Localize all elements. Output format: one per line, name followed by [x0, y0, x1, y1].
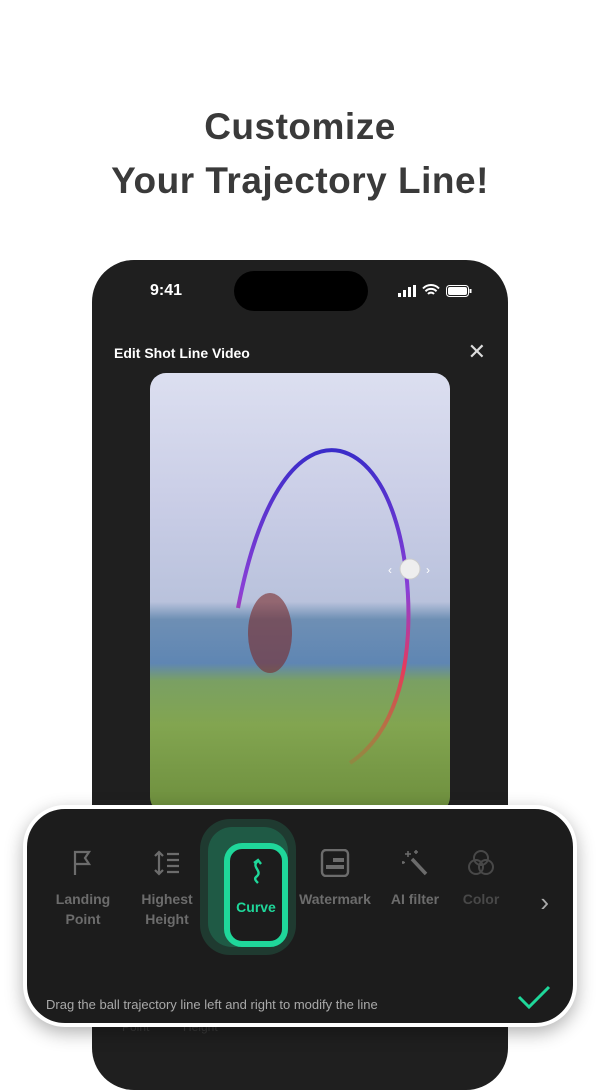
drag-handle[interactable]	[399, 558, 421, 580]
status-time: 9:41	[150, 282, 183, 299]
tool-label: AI filter	[390, 891, 440, 907]
wifi-icon	[422, 284, 440, 295]
dynamic-island	[234, 271, 368, 311]
battery-icon	[446, 284, 472, 297]
tool-ai-filter[interactable]: AI filter	[373, 849, 457, 909]
tool-label: Landing	[55, 891, 111, 907]
trajectory-overlay: ‹ ›	[236, 448, 430, 765]
tool-highest-height[interactable]: Highest Height	[125, 849, 209, 929]
hint-text: Drag the ball trajectory line left and r…	[46, 997, 378, 1012]
headline-line2: Your Trajectory Line!	[111, 160, 489, 201]
chevron-right-icon[interactable]: ›	[540, 887, 549, 918]
curve-arrow-icon	[253, 858, 262, 884]
watermark-icon	[320, 849, 350, 877]
tool-label: Curve	[236, 899, 276, 915]
headline: Customize Your Trajectory Line!	[0, 100, 600, 208]
tool-color[interactable]: Color	[451, 849, 511, 909]
flag-icon	[73, 850, 92, 875]
magic-wand-icon	[402, 850, 428, 876]
tool-curve[interactable]: Curve	[200, 819, 296, 955]
headline-line1: Customize	[204, 106, 396, 147]
golfer	[248, 593, 292, 673]
tool-label: Highest	[141, 891, 193, 907]
height-icon	[154, 850, 179, 876]
status-icons	[398, 284, 472, 297]
screen-title: Edit Shot Line Video	[114, 345, 250, 361]
handle-right-arrow: ›	[426, 563, 430, 577]
tool-watermark[interactable]: Watermark	[293, 849, 377, 909]
tool-label: Height	[145, 911, 189, 927]
color-circles-icon	[468, 850, 494, 875]
tool-label: Color	[462, 891, 500, 907]
tool-label: Point	[65, 911, 101, 927]
edit-toolbar-panel: Landing Point Highest Height Curve Water…	[23, 805, 577, 1027]
handle-left-arrow: ‹	[388, 563, 392, 577]
confirm-check-icon[interactable]	[517, 985, 551, 1009]
signal-icon	[398, 284, 416, 297]
curve-selected-button[interactable]: Curve	[224, 843, 288, 947]
tool-landing-point[interactable]: Landing Point	[41, 849, 125, 929]
tool-label: Watermark	[299, 891, 371, 907]
video-preview[interactable]: ‹ ›	[150, 373, 450, 813]
close-button[interactable]: ✕	[468, 341, 486, 363]
